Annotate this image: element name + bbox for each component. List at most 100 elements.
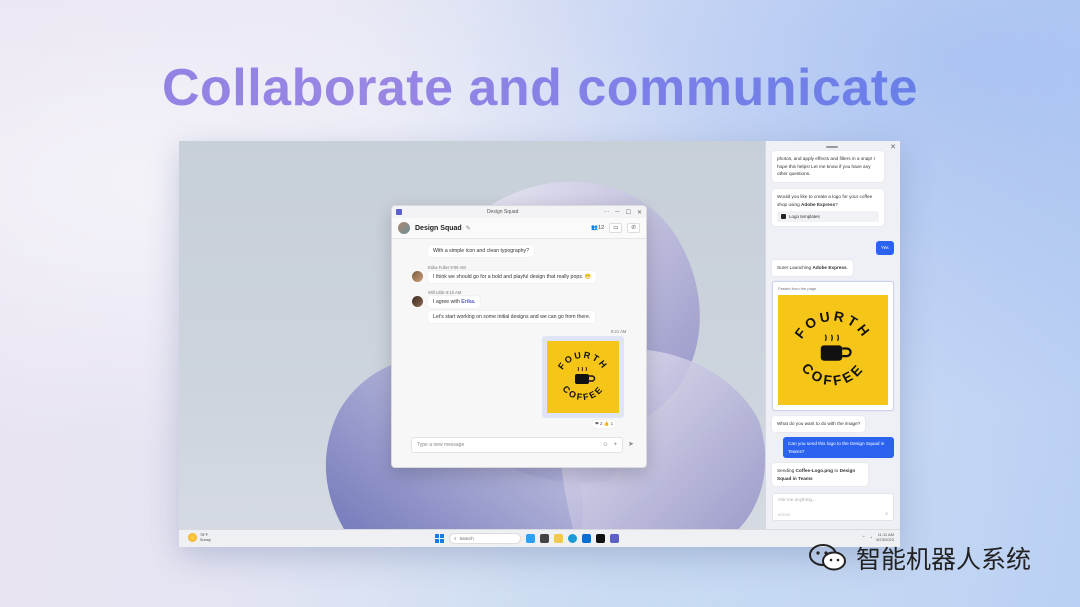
reactions[interactable]: ❤ 2 👍 1 [592,420,617,428]
weather-widget[interactable]: 78°F Sunny [188,533,211,543]
send-icon[interactable]: ➤ [628,440,634,448]
avatar [412,296,423,307]
message-bubble: With a simple icon and clean typography? [428,245,535,257]
wechat-icon [809,544,846,571]
adobe-express-icon[interactable] [596,534,605,543]
emoji: 😁 [584,274,592,280]
participants-count: 12 [598,225,605,231]
message-list: With a simple icon and clean typography?… [392,239,646,429]
task-view-icon[interactable] [540,534,549,543]
file-explorer-icon[interactable] [554,534,563,543]
image-attachment[interactable]: FOURTH COFFEE [542,336,624,418]
sun-icon [188,533,197,543]
fourth-coffee-logo-large: FOURTH COFFEE [778,295,888,406]
logo-bottom-text: COFFEE [799,361,864,389]
timestamp: 9:06 AM [450,265,466,270]
search-placeholder: Search [459,536,474,541]
store-icon[interactable] [582,534,591,543]
assistant-message: What do you want to do with the image? [772,416,866,432]
watermark: 智能机器人系统 [808,540,1031,576]
author: Will Little [428,290,445,295]
message-suffix: . [846,265,848,270]
watermark-text: 智能机器人系统 [856,545,1032,574]
chip-label: Logo templates [789,214,820,220]
message-text: I agree with [433,299,460,305]
logo-top-text: FOURTH [556,350,608,372]
windows-start-icon[interactable] [435,534,444,543]
pasted-caption: Pasted from the page [778,286,817,291]
close-icon[interactable]: ✕ [890,143,896,151]
close-icon[interactable]: ✕ [637,209,642,216]
teams-chat-window: Design Squad ··· ─ ☐ ✕ Design Squad ✎ 👥1… [391,205,647,468]
message-meta: Erika Fuller 9:06 AM [428,265,466,270]
teams-icon[interactable] [610,534,619,543]
message-bold: Adobe Express [801,201,836,207]
message-text: I think we should go for a bold and play… [433,274,584,280]
group-avatar [398,222,410,234]
svg-text:FOURTH: FOURTH [556,350,610,372]
copilot-input[interactable]: Ask me anything... 0/2000 ⌕ [772,493,894,521]
teams-app-icon [396,209,402,215]
input-placeholder: Ask me anything... [778,497,816,502]
mic-icon[interactable]: ⌕ [885,511,888,517]
chat-header: Design Squad ✎ 👥12 ▭ ✆ [392,218,646,239]
chat-name: Design Squad [415,224,462,232]
weather-temp: 78°F [200,533,209,537]
compose-placeholder: Type a new message [417,442,465,448]
timestamp: 9:10 AM [445,290,462,295]
window-titlebar: Design Squad ··· ─ ☐ ✕ [392,206,646,218]
window-title: Design Squad [486,209,519,215]
message-bubble: Let's start working on some initial desi… [428,311,596,323]
assistant-message: Sending Coffee-Logo.png to Design Squad … [772,463,868,487]
assistant-message: photos, and apply effects and filters in… [772,151,884,182]
taskbar-search[interactable]: ⌕ Search [449,533,521,544]
desktop-screenshot: Design Squad ··· ─ ☐ ✕ Design Squad ✎ 👥1… [179,141,900,547]
compose-box[interactable]: Type a new message ☺ + [411,437,623,453]
logo-top-text: FOURTH [792,309,871,342]
avatar [412,271,423,282]
taskbar: 78°F Sunny ⌕ Search ⌃ ◔ 11:11 AM 5/23/2023 [179,529,900,547]
timestamp: 9:21 AM [611,329,627,334]
copilot-pane: ✕ photos, and apply effects and filters … [765,141,900,529]
maximize-icon[interactable]: ☐ [626,209,631,216]
logo-bottom-text: COFFEE [561,384,604,403]
more-icon[interactable]: ··· [603,209,609,216]
message-bold: Adobe Express [812,265,847,270]
svg-text:COFFEE: COFFEE [799,361,867,389]
message-text: Sending [777,468,795,473]
user-message: Can you send this logo to the Design Squ… [783,437,894,459]
char-count: 0/2000 [778,512,791,517]
attach-icon[interactable]: + [613,442,617,448]
taskbar-center: ⌕ Search [435,533,619,544]
drag-handle[interactable] [826,146,838,148]
author: Erika Fuller [428,265,450,270]
assistant-message: Sure! Launching Adobe Express. [772,260,853,276]
message-meta: Will Little 9:10 AM [428,290,461,295]
video-call-icon[interactable]: ▭ [609,223,623,233]
fourth-coffee-logo: FOURTH COFFEE [547,341,619,413]
message-text: Sure! Launching [777,265,812,270]
edit-icon[interactable]: ✎ [466,225,471,232]
logo-templates-chip[interactable]: Logo templates [777,211,879,223]
message-bold: Coffee-Logo.png [795,468,834,473]
message-bubble: I think we should go for a bold and play… [428,271,597,283]
search-icon: ⌕ [454,536,457,541]
emoji-icon[interactable]: ☺ [602,442,608,448]
minimize-icon[interactable]: ─ [615,209,619,216]
svg-text:COFFEE: COFFEE [561,384,606,403]
message-text: to [834,468,839,473]
message-suffix: ? [835,201,838,207]
assistant-message: Would you like to create a logo for your… [772,189,884,227]
user-message: Yes [876,241,894,255]
adobe-express-icon [781,214,786,220]
weather-condition: Sunny [200,537,211,542]
message-bubble: I agree with Erika. [428,296,481,308]
svg-text:FOURTH: FOURTH [792,309,874,342]
edge-icon[interactable] [568,534,577,543]
participants-button[interactable]: 👥12 [591,225,604,231]
mention[interactable]: Erika. [461,299,475,305]
pasted-image-card[interactable]: Pasted from the page FOURTH COFFEE [772,281,894,411]
copilot-icon[interactable] [526,534,535,543]
headline: Collaborate and communicate [0,58,1080,118]
audio-call-icon[interactable]: ✆ [627,223,640,233]
